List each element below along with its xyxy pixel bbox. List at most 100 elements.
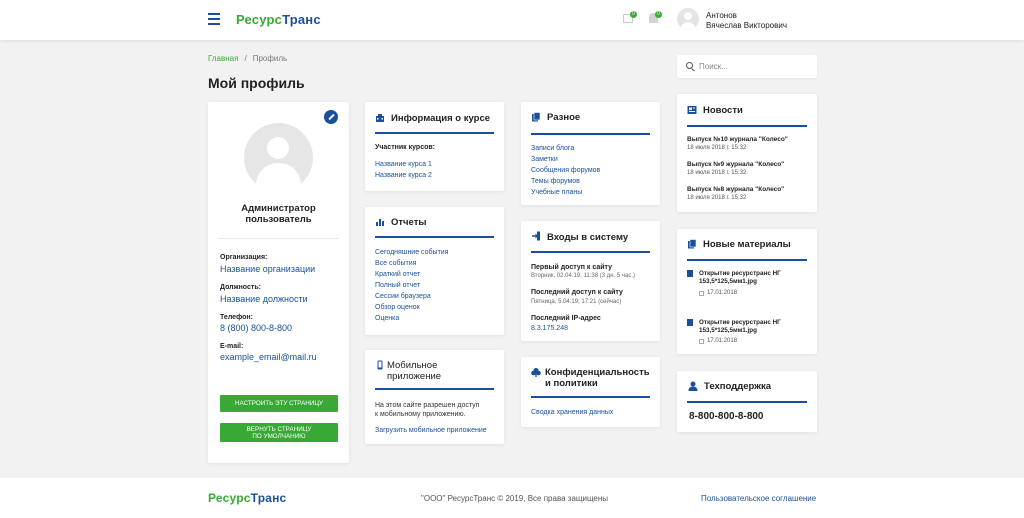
first-access-value: Вторник, 02.04.19, 11:38 (3 дн. 5 час.) (531, 273, 635, 279)
misc-link-learning-plans[interactable]: Учебные планы (531, 188, 582, 197)
search-input[interactable] (699, 60, 809, 73)
messages-badge: 0 (630, 11, 637, 18)
support-phone[interactable]: 8-800-800-8-800 (689, 411, 764, 422)
email-value[interactable]: example_email@mail.ru (220, 352, 317, 362)
reports-card: Отчеты Сегодняшние события Все события К… (365, 207, 504, 335)
report-link-sessions[interactable]: Сессии браузера (375, 292, 431, 301)
logins-title: Входы в систему (547, 232, 629, 243)
user-agreement-link[interactable]: Пользовательское соглашение (701, 494, 816, 503)
news-item-3-title[interactable]: Выпуск №8 журнала "Колесо" (687, 186, 784, 194)
material-1-date: 17.01.2018 (707, 290, 738, 296)
download-app-link[interactable]: Загрузить мобильное приложение (375, 426, 487, 435)
reports-underline (375, 236, 494, 238)
profile-divider (218, 238, 339, 239)
breadcrumb-home-link[interactable]: Главная (208, 54, 238, 63)
news-item-2-title[interactable]: Выпуск №9 журнала "Колесо" (687, 161, 784, 169)
notifications-badge: 0 (655, 11, 662, 18)
news-item-1-title[interactable]: Выпуск №10 журнала "Колесо" (687, 136, 788, 144)
breadcrumb: Главная / Профиль (208, 54, 287, 63)
data-retention-link[interactable]: Сводка хранения данных (531, 408, 613, 417)
materials-icon (688, 239, 697, 249)
menu-icon[interactable] (208, 13, 220, 25)
first-access-label: Первый доступ к сайту (531, 264, 613, 271)
last-ip-value: 8.3.175.248 (531, 325, 568, 332)
news-underline (687, 125, 807, 127)
footer: РесурсТранс "ООО" РесурсТранс © 2019, Вс… (0, 478, 1024, 518)
report-link-today[interactable]: Сегодняшние события (375, 248, 448, 257)
misc-link-notes[interactable]: Заметки (531, 155, 558, 164)
course-info-underline (375, 132, 494, 134)
report-link-grade[interactable]: Оценка (375, 314, 399, 323)
privacy-underline (531, 396, 650, 398)
position-value[interactable]: Название должности (220, 294, 308, 304)
course-link-1[interactable]: Название курса 1 (375, 160, 432, 169)
material-1-title[interactable]: Открытие ресурстранс НГ 153,5*125,5мм1.j… (699, 270, 781, 285)
support-user-icon (688, 381, 698, 391)
footer-copyright: "ООО" РесурсТранс © 2019, Все права защи… (421, 494, 609, 503)
last-access-label: Последний доступ к сайту (531, 289, 623, 296)
news-card: Новости Выпуск №10 журнала "Колесо" 18 и… (677, 94, 817, 212)
mobile-app-text: На этом сайте разрешен доступ к мобильно… (375, 402, 480, 418)
new-materials-card: Новые материалы Открытие ресурстранс НГ … (677, 229, 817, 354)
new-materials-title: Новые материалы (703, 239, 791, 250)
brand-logo[interactable]: РесурсТранс (236, 12, 321, 27)
footer-logo[interactable]: РесурсТранс (208, 491, 286, 505)
report-link-grades-overview[interactable]: Обзор оценок (375, 303, 420, 312)
course-link-2[interactable]: Название курса 2 (375, 171, 432, 180)
news-title: Новости (703, 105, 743, 116)
course-info-card: Информация о курсе Участник курсов: Назв… (365, 102, 504, 191)
calendar-icon (699, 339, 704, 344)
mobile-phone-icon (377, 360, 383, 370)
misc-card: Разное Записи блога Заметки Сообщения фо… (521, 102, 660, 205)
org-value[interactable]: Название организации (220, 264, 315, 274)
phone-value[interactable]: 8 (800) 800-8-800 (220, 323, 292, 333)
misc-link-forum-topics[interactable]: Темы форумов (531, 177, 580, 186)
calendar-icon (699, 291, 704, 296)
search-icon (686, 62, 693, 69)
profile-name: Администратор пользователь (241, 203, 316, 225)
edit-profile-icon[interactable] (324, 110, 338, 124)
support-title: Техподдержка (704, 381, 771, 392)
user-name[interactable]: Антонов Вячеслав Викторович (706, 11, 787, 31)
report-link-full[interactable]: Полный отчет (375, 281, 420, 290)
phone-label: Телефон: (220, 314, 253, 321)
configure-page-button[interactable]: НАСТРОИТЬ ЭТУ СТРАНИЦУ (220, 395, 338, 412)
last-ip-label: Последний IP-адрес (531, 315, 601, 322)
new-materials-underline (687, 259, 807, 261)
reset-page-button[interactable]: ВЕРНУТЬ СТРАНИЦУ ПО УМОЛЧАНИЮ (220, 423, 338, 442)
support-card: Техподдержка 8-800-800-8-800 (677, 371, 817, 432)
mobile-app-underline (375, 388, 494, 390)
page-title: Мой профиль (208, 75, 305, 91)
logins-card: Входы в систему Первый доступ к сайту Вт… (521, 221, 660, 341)
report-link-all[interactable]: Все события (375, 259, 416, 268)
breadcrumb-current: Профиль (252, 54, 288, 63)
material-2-date: 17.01.2018 (707, 338, 738, 344)
misc-underline (531, 133, 650, 135)
documents-icon (532, 112, 541, 122)
mobile-app-title: Мобильное приложение (387, 360, 442, 382)
privacy-title: Конфиденциальность и политики (545, 367, 650, 389)
building-icon (376, 114, 384, 122)
logins-underline (531, 251, 650, 253)
user-first-name: Вячеслав Викторович (706, 21, 787, 30)
privacy-icon (531, 368, 541, 377)
course-info-title: Информация о курсе (391, 113, 491, 124)
misc-link-forum-posts[interactable]: Сообщения форумов (531, 166, 600, 175)
privacy-card: Конфиденциальность и политики Сводка хра… (521, 357, 660, 427)
report-link-short[interactable]: Краткий отчет (375, 270, 420, 279)
newspaper-icon (687, 106, 697, 114)
breadcrumb-separator: / (244, 54, 247, 63)
user-last-name: Антонов (706, 11, 737, 20)
file-icon (687, 270, 693, 277)
misc-link-blog[interactable]: Записи блога (531, 144, 574, 153)
misc-title: Разное (547, 112, 581, 123)
org-label: Организация: (220, 254, 268, 261)
file-icon (687, 319, 693, 326)
user-avatar[interactable] (677, 8, 699, 30)
top-header: РесурсТранс 0 0 Антонов Вячеслав Викторо… (0, 0, 1024, 40)
material-2-title[interactable]: Открытие ресурстранс НГ 153,5*125,5мм1.j… (699, 319, 781, 334)
search-box[interactable] (677, 55, 817, 78)
login-icon (532, 231, 540, 241)
news-item-3-date: 18 июля 2018 г. 15:32 (687, 195, 747, 201)
last-access-value: Пятница, 5.04.19, 17:21 (сейчас) (531, 299, 622, 305)
